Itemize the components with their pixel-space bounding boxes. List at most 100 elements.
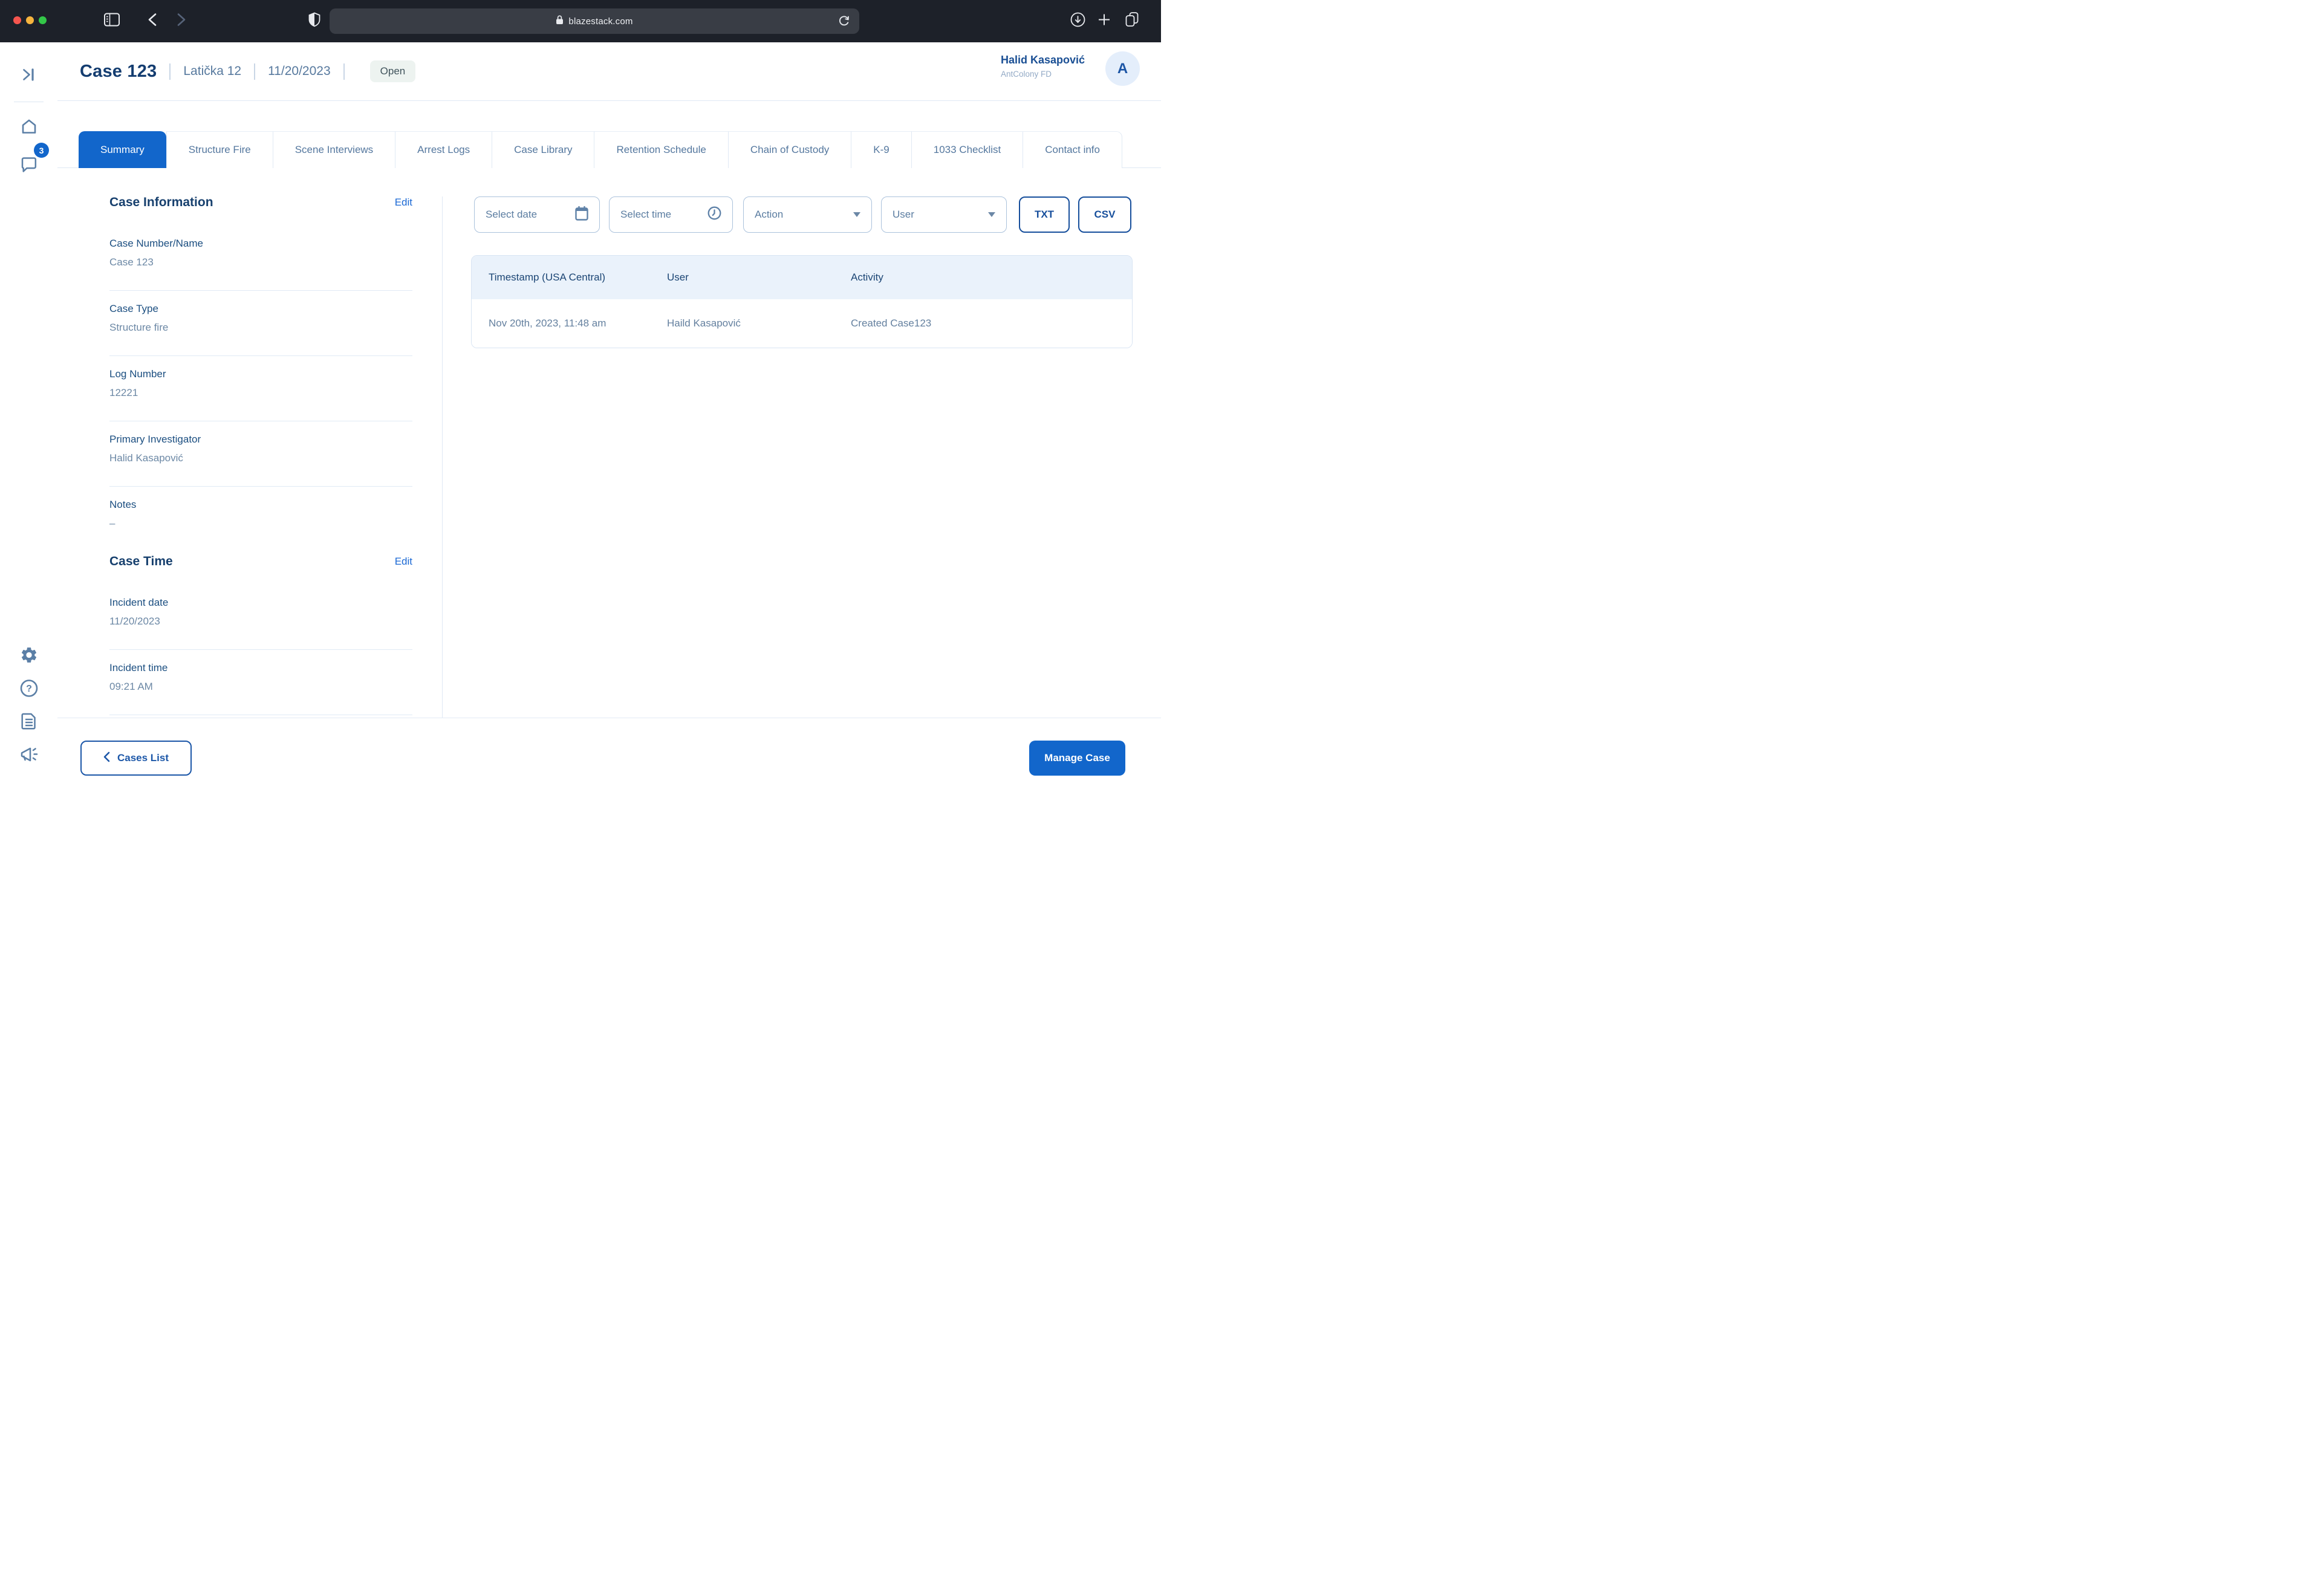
help-icon[interactable]: ? [19,679,38,701]
case-information-field: Primary InvestigatorHalid Kasapović [109,421,412,487]
url-bar[interactable]: blazestack.com [330,8,859,34]
export-csv-button[interactable]: CSV [1078,196,1131,233]
case-information-field-value: Structure fire [109,322,412,334]
case-time-field-value: 11/20/2023 [109,615,412,628]
export-txt-button[interactable]: TXT [1019,196,1070,233]
time-filter-placeholder: Select time [620,209,671,221]
time-filter[interactable]: Select time [609,196,733,233]
manage-case-button[interactable]: Manage Case [1029,741,1125,776]
chevron-down-icon [853,212,860,217]
reload-icon[interactable] [837,15,851,31]
case-information-field-value: Case 123 [109,256,412,268]
case-address: Latička 12 [183,64,241,79]
cases-list-button[interactable]: Cases List [80,741,192,776]
header-separator [343,63,345,80]
svg-text:?: ? [26,684,32,694]
page-title: Case 123 [80,62,157,82]
megaphone-icon[interactable] [19,745,39,767]
forward-icon[interactable] [177,13,186,30]
new-tab-icon[interactable] [1098,13,1111,30]
header-separator [169,63,171,80]
app-sidebar: 3 ? [0,42,58,798]
downloads-icon[interactable] [1070,12,1085,30]
case-time-edit-link[interactable]: Edit [395,556,412,568]
window-minimize-button[interactable] [26,16,34,24]
lock-icon [556,15,564,28]
user-filter-dropdown[interactable]: User [881,196,1007,233]
action-filter-label: Action [755,209,783,221]
tab-summary[interactable]: Summary [79,131,166,168]
user-name: Halid Kasapović [1001,54,1098,66]
case-information-title: Case Information [109,195,213,210]
tab-arrest-logs[interactable]: Arrest Logs [395,131,492,168]
case-information-field-value: 12221 [109,387,412,399]
back-icon[interactable] [148,13,157,30]
tab-1033-checklist[interactable]: 1033 Checklist [911,131,1023,168]
chevron-left-icon [103,751,110,765]
case-information-field-label: Case Type [109,303,412,315]
tab-case-library[interactable]: Case Library [492,131,594,168]
document-icon[interactable] [21,712,37,733]
header-separator [254,63,255,80]
tabbar: SummaryStructure FireScene InterviewsArr… [79,131,1122,168]
chevron-down-icon [988,212,995,217]
url-text: blazestack.com [568,16,633,27]
tab-chain-of-custody[interactable]: Chain of Custody [728,131,851,168]
screen: blazestack.com [0,0,1161,798]
calendar-icon [575,206,588,224]
tab-overview-icon[interactable] [1125,12,1140,31]
audit-column-header: Activity [851,271,1132,284]
case-information-field-label: Primary Investigator [109,433,412,446]
case-information-field: Case Type Structure fire [109,291,412,356]
case-panel: Case Information Edit Case Number/NameCa… [109,168,412,718]
tab-retention-schedule[interactable]: Retention Schedule [594,131,727,168]
case-information-field-label: Notes [109,499,412,511]
cases-list-label: Cases List [117,752,169,764]
tab-scene-interviews[interactable]: Scene Interviews [273,131,395,168]
case-information-field: Case Number/Name Case 123 [109,225,412,291]
browser-chrome: blazestack.com [0,0,1161,42]
tab-structure-fire[interactable]: Structure Fire [166,131,273,168]
chat-icon[interactable] [20,155,38,177]
chat-nav-item[interactable]: 3 [0,149,57,183]
date-filter-placeholder: Select date [486,209,537,221]
case-information-edit-link[interactable]: Edit [395,196,412,209]
audit-table-body: Nov 20th, 2023, 11:48 amHaild KasapovićC… [472,299,1132,348]
case-time-title: Case Time [109,554,173,569]
audit-table-header: Timestamp (USA Central)UserActivity [472,256,1132,299]
sidebar-collapse-icon[interactable] [22,68,36,85]
date-filter[interactable]: Select date [474,196,600,233]
audit-column-header: User [667,271,851,284]
window-close-button[interactable] [13,16,21,24]
audit-row: Nov 20th, 2023, 11:48 amHaild KasapovićC… [472,299,1132,348]
case-information-field-value: – [109,517,412,530]
case-date: 11/20/2023 [268,64,331,79]
main-area: Case 123 Latička 12 11/20/2023 Open Hali… [57,42,1161,798]
tab-contact-info[interactable]: Contact info [1023,131,1122,168]
window-zoom-button[interactable] [39,16,47,24]
case-time-field-label: Incident time [109,662,412,674]
case-time-field-label: Incident date [109,597,412,609]
sidebar-toggle-icon[interactable] [104,13,120,30]
user-info: Halid Kasapović AntColony FD [1001,54,1098,79]
case-information-field-label: Log Number [109,368,412,380]
audit-cell: Nov 20th, 2023, 11:48 am [489,317,667,329]
audit-cell: Created Case123 [851,317,1132,329]
case-time-field: Incident time 09:21 AM [109,650,412,715]
case-time-field-value: 09:21 AM [109,681,412,693]
audit-cell: Haild Kasapović [667,317,851,329]
user-filter-label: User [893,209,914,221]
avatar[interactable]: A [1105,51,1140,86]
activity-panel: Select date Select time [442,168,1161,718]
tab-k-9[interactable]: K-9 [851,131,911,168]
case-information-field-label: Case Number/Name [109,238,412,250]
action-filter-dropdown[interactable]: Action [743,196,872,233]
home-icon[interactable] [20,117,38,138]
privacy-shield-icon[interactable] [308,13,320,30]
audit-table: Timestamp (USA Central)UserActivity Nov … [471,255,1133,348]
status-badge: Open [370,60,416,82]
chat-badge: 3 [34,143,49,158]
settings-gear-icon[interactable] [19,646,38,667]
case-time-field: Incident date 11/20/2023 [109,585,412,650]
page-header: Case 123 Latička 12 11/20/2023 Open Hali… [57,42,1161,101]
